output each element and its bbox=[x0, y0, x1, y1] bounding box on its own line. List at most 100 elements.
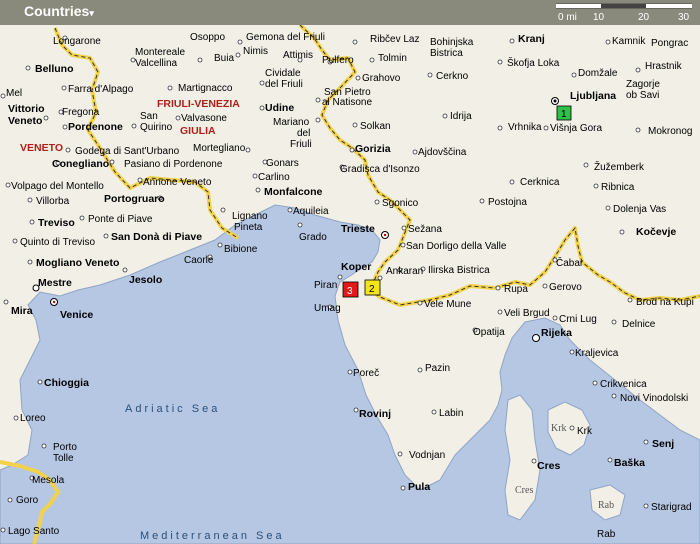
town-dot bbox=[442, 113, 448, 119]
place-label: Farra d'Alpago bbox=[68, 84, 134, 95]
location-marker-2[interactable]: 2 bbox=[364, 279, 381, 296]
place-label: Porto bbox=[53, 442, 77, 453]
town-dot bbox=[259, 105, 265, 111]
town-dot bbox=[542, 283, 548, 289]
place-label: Rupa bbox=[504, 284, 528, 295]
place-label: Postojna bbox=[488, 197, 527, 208]
location-marker-3[interactable]: 3 bbox=[342, 281, 359, 298]
scale-tick: 10 bbox=[593, 12, 605, 23]
town-dot bbox=[3, 299, 9, 305]
place-label: Brod na Kupi bbox=[636, 297, 694, 308]
region-label: FRIULI-VENEZIA bbox=[157, 98, 240, 110]
place-label: ob Savi bbox=[626, 90, 659, 101]
town-dot bbox=[245, 147, 251, 153]
place-label: Pordenone bbox=[68, 121, 123, 133]
place-label: Vele Mune bbox=[424, 299, 472, 310]
place-label: Umag bbox=[314, 303, 341, 314]
place-label: Pazin bbox=[425, 363, 450, 374]
place-label: Solkan bbox=[360, 121, 391, 132]
map-toolbar: Countries▾ 0 mi 10 20 30 bbox=[0, 0, 700, 26]
town-dot bbox=[431, 409, 437, 415]
place-label: del Friuli bbox=[265, 79, 303, 90]
place-label: Čabar bbox=[556, 256, 584, 269]
town-dot bbox=[65, 147, 71, 153]
town-dot bbox=[619, 229, 625, 235]
city-marker-rijeka bbox=[532, 334, 540, 342]
place-label: Longarone bbox=[53, 36, 101, 47]
place-label: Bistrica bbox=[430, 48, 463, 59]
town-dot bbox=[552, 315, 558, 321]
place-label: Hrastnik bbox=[645, 61, 683, 72]
place-label: Ponte di Piave bbox=[88, 214, 153, 225]
town-dot bbox=[349, 147, 355, 153]
town-dot bbox=[593, 183, 599, 189]
town-dot bbox=[607, 457, 613, 463]
place-label: Pineta bbox=[234, 222, 263, 233]
region-label: VENETO bbox=[20, 142, 63, 154]
town-dot bbox=[369, 57, 375, 63]
town-dot bbox=[41, 443, 47, 449]
place-label: Lignano bbox=[232, 211, 268, 222]
town-dot bbox=[374, 199, 380, 205]
place-label: Quinto di Treviso bbox=[20, 237, 95, 248]
place-label: Udine bbox=[265, 102, 294, 114]
island-label: Cres bbox=[515, 485, 533, 496]
town-dot bbox=[137, 177, 143, 183]
scale-tick: 30 bbox=[678, 12, 690, 23]
place-label: Pulfero bbox=[322, 55, 354, 66]
place-label: Venice bbox=[60, 309, 93, 321]
place-label: Gemona del Friuli bbox=[246, 32, 325, 43]
town-dot bbox=[109, 159, 115, 165]
town-dot bbox=[355, 75, 361, 81]
town-dot bbox=[167, 85, 173, 91]
place-label: Cres bbox=[537, 460, 561, 472]
place-label: Caorle bbox=[184, 255, 214, 266]
place-label: Volpago del Montello bbox=[11, 181, 104, 192]
place-label: Trieste bbox=[341, 223, 375, 235]
town-dot bbox=[237, 39, 243, 45]
place-label: Grahovo bbox=[362, 73, 401, 84]
place-label: Pongrac bbox=[651, 38, 688, 49]
place-label: Montereale bbox=[135, 47, 185, 58]
place-label: Gonars bbox=[266, 158, 299, 169]
place-label: Ljubljana bbox=[570, 90, 616, 102]
place-label: Krk bbox=[577, 426, 593, 437]
town-dot bbox=[315, 117, 321, 123]
place-label: San Donà di Piave bbox=[111, 231, 202, 243]
countries-dropdown[interactable]: Countries▾ bbox=[24, 3, 94, 19]
place-label: Buia bbox=[214, 53, 234, 64]
map-canvas[interactable]: Adriatic Sea Mediterranean Sea FRIULI-VE… bbox=[0, 25, 700, 544]
place-label: Ajdovščina bbox=[418, 147, 467, 158]
town-dot bbox=[412, 149, 418, 155]
town-dot bbox=[417, 367, 423, 373]
place-label: Pula bbox=[408, 481, 430, 493]
place-label: Valvasone bbox=[181, 113, 227, 124]
place-label: Pasiano di Pordenone bbox=[124, 159, 223, 170]
scale-tick: 20 bbox=[638, 12, 650, 23]
town-dot bbox=[417, 300, 423, 306]
town-dot bbox=[37, 379, 43, 385]
place-label: Chioggia bbox=[44, 377, 89, 389]
town-dot bbox=[592, 380, 598, 386]
island-label: Krk bbox=[551, 423, 567, 434]
place-label: Aquileia bbox=[293, 206, 329, 217]
sea-label-adriatic: Adriatic Sea bbox=[125, 403, 220, 415]
place-label: Baška bbox=[614, 457, 645, 469]
town-dot bbox=[509, 38, 515, 44]
place-label: Piran bbox=[314, 280, 337, 291]
town-dot bbox=[643, 439, 649, 445]
scale-bar: 0 mi 10 20 30 bbox=[556, 3, 692, 23]
scale-unit: 0 mi bbox=[558, 12, 577, 23]
place-label: Poreč bbox=[353, 368, 379, 379]
place-label: Gorizia bbox=[355, 143, 391, 155]
place-label: Ilirska Bistrica bbox=[428, 265, 490, 276]
marker-label: 2 bbox=[369, 284, 375, 295]
town-dot bbox=[297, 222, 303, 228]
place-label: Mesola bbox=[32, 475, 65, 486]
location-marker-1[interactable]: 1 bbox=[556, 105, 572, 121]
town-dot bbox=[495, 285, 501, 291]
place-label: Goro bbox=[16, 495, 39, 506]
place-label: Villorba bbox=[36, 196, 70, 207]
place-label: Portogruaro bbox=[104, 193, 165, 205]
town-dot bbox=[29, 219, 35, 225]
